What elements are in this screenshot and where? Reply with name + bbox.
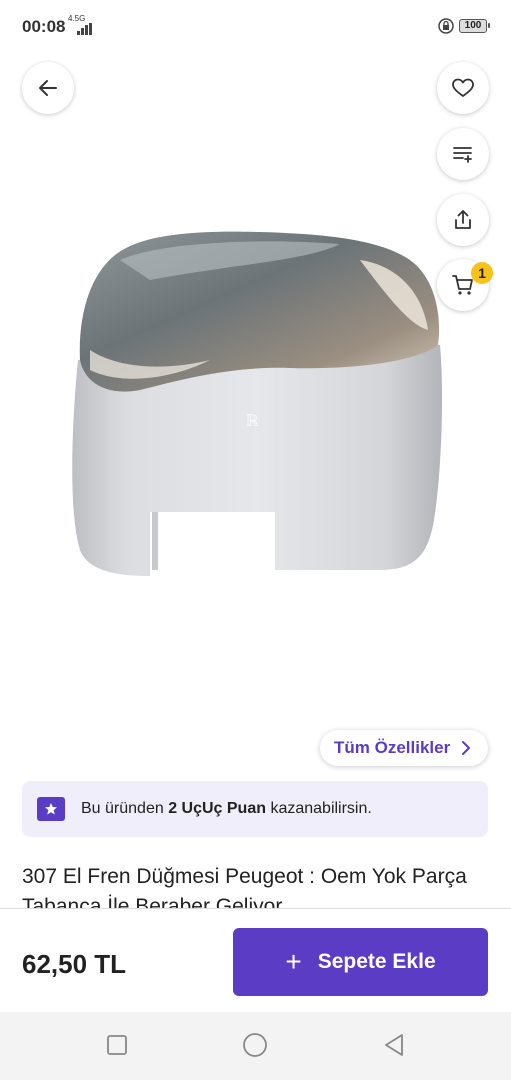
back-button[interactable] (22, 62, 74, 114)
system-back-icon[interactable] (381, 1032, 407, 1058)
all-features-link[interactable]: Tüm Özellikler (320, 730, 489, 766)
star-ticket-icon (37, 797, 65, 821)
network-type: 4.5G (68, 14, 86, 23)
points-amount: 2 UçUç Puan (168, 800, 266, 817)
add-to-cart-label: Sepete Ekle (317, 950, 436, 973)
favorite-button[interactable] (437, 62, 489, 114)
all-features-label: Tüm Özellikler (334, 738, 451, 757)
product-price: 62,50 TL (22, 949, 127, 979)
home-icon[interactable] (242, 1032, 268, 1058)
status-bar: 00:08 4.5G 100 (0, 0, 511, 54)
add-to-cart-button[interactable]: + Sepete Ekle (233, 928, 488, 996)
points-banner: Bu üründen 2 UçUç Puan kazanabilirsin. (22, 781, 488, 837)
product-image[interactable]: ℝ (60, 220, 450, 590)
battery-indicator: 100 (459, 19, 490, 33)
recent-apps-icon[interactable] (104, 1032, 130, 1058)
status-time: 00:08 (22, 17, 66, 36)
system-nav-bar (0, 1012, 511, 1080)
svg-text:ℝ: ℝ (246, 413, 259, 430)
cart-count-badge: 1 (471, 262, 493, 284)
arrow-left-icon (39, 80, 57, 96)
signal-icon (77, 23, 92, 35)
lock-rotation-icon (438, 18, 454, 34)
plus-icon: + (285, 946, 302, 977)
bottom-action-bar: 62,50 TL + Sepete Ekle (0, 908, 511, 1012)
add-to-list-icon (453, 147, 472, 163)
points-text-suffix: kazanabilirsin. (266, 800, 372, 817)
heart-icon (452, 78, 474, 97)
chevron-right-icon (462, 741, 471, 755)
product-title: 307 El Fren Düğmesi Peugeot : Oem Yok Pa… (22, 865, 467, 908)
points-text-prefix: Bu üründen (81, 800, 169, 817)
add-to-list-button[interactable] (437, 128, 489, 180)
share-icon (455, 210, 471, 229)
